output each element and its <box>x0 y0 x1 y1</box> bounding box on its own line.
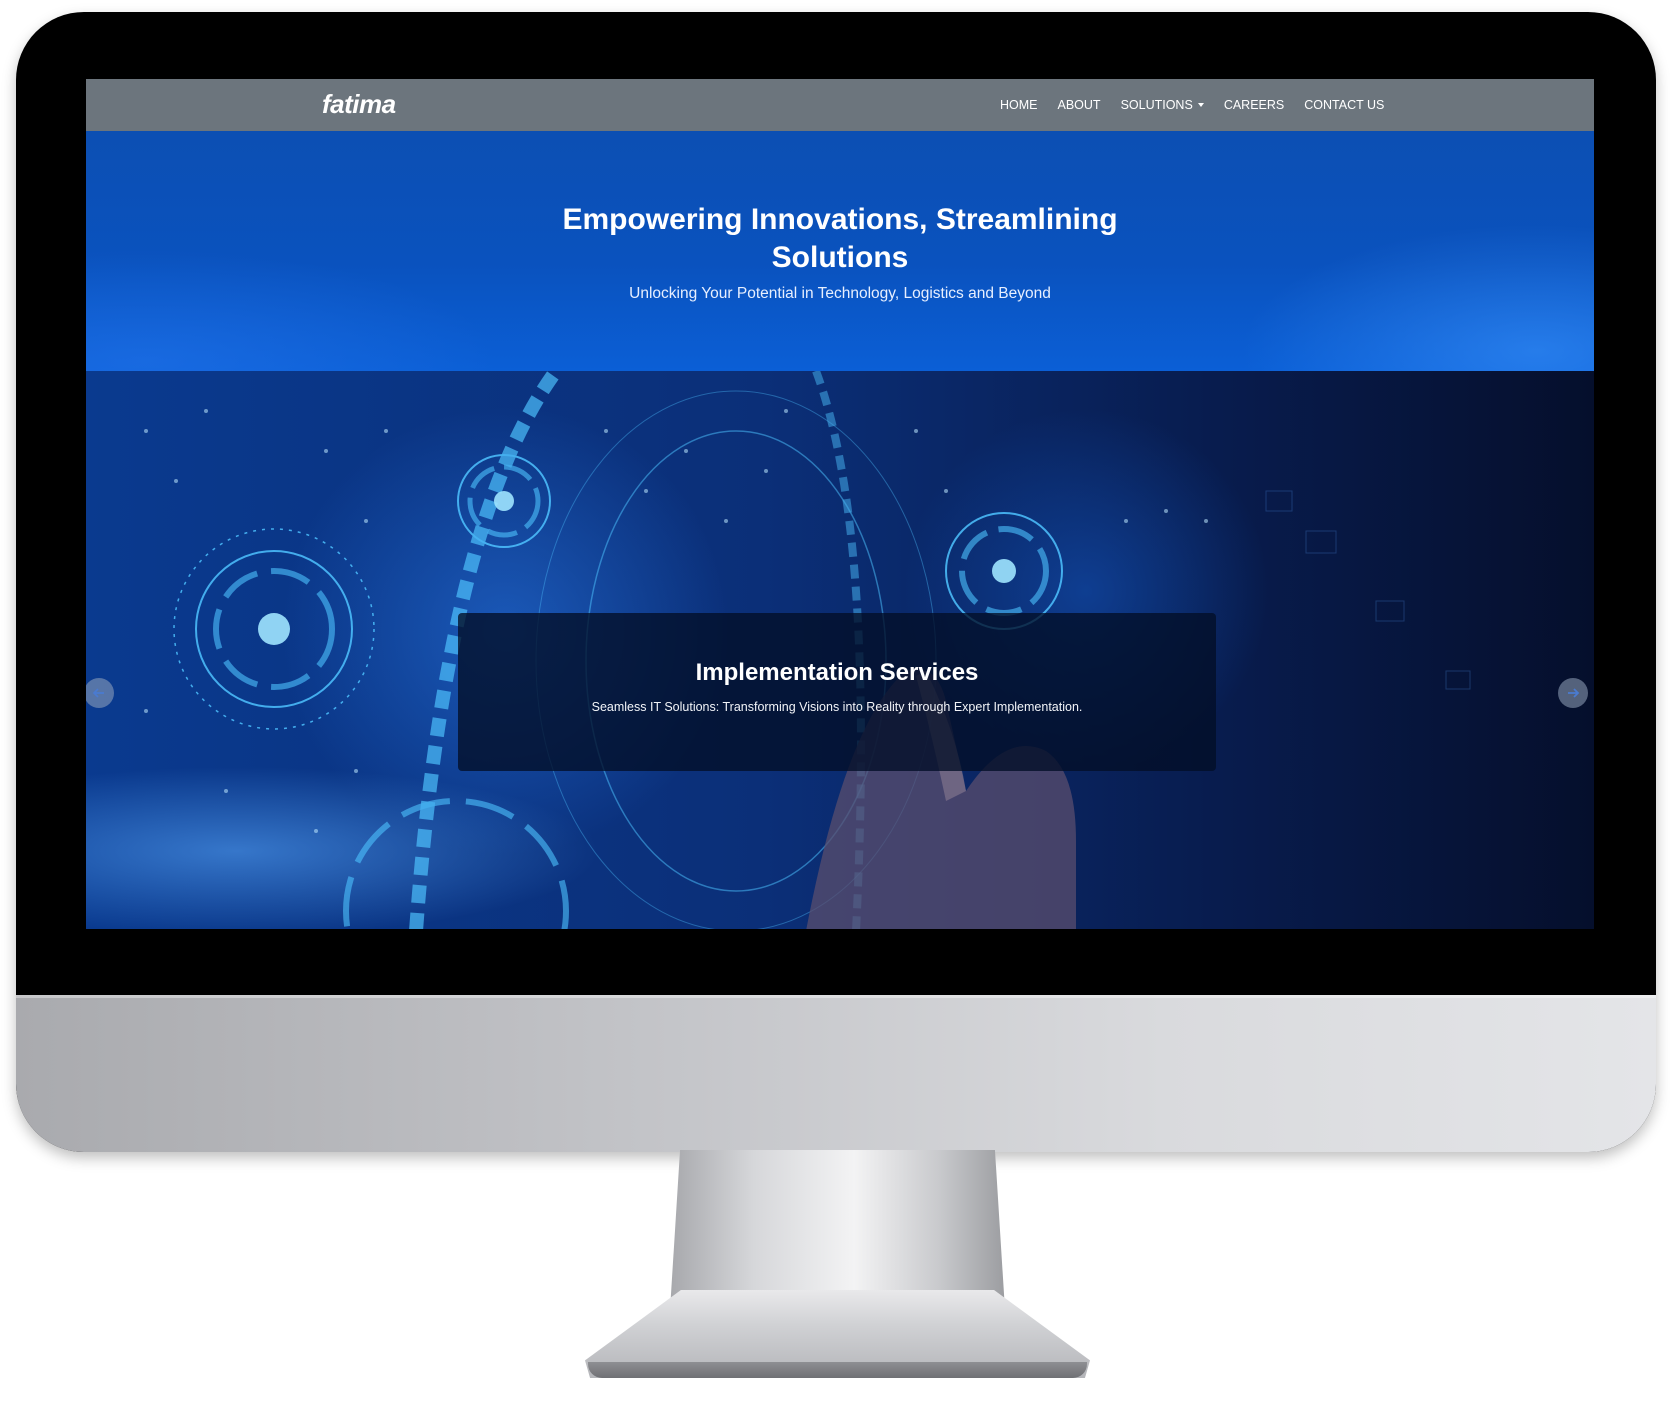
caption-title: Implementation Services <box>695 659 979 686</box>
nav-link-home[interactable]: HOME <box>990 79 1048 131</box>
carousel-caption: Implementation Services Seamless IT Solu… <box>458 613 1216 771</box>
nav-links: HOME ABOUT SOLUTIONS CAREERS CONTACT US <box>990 79 1394 131</box>
monitor-stand-base-edge <box>588 1362 1087 1378</box>
carousel-next-button[interactable] <box>1558 678 1588 708</box>
nav-link-solutions[interactable]: SOLUTIONS <box>1111 79 1214 131</box>
nav-link-careers[interactable]: CAREERS <box>1214 79 1294 131</box>
navbar: fatima HOME ABOUT SOLUTIONS CAREERS CONT… <box>86 79 1594 131</box>
nav-link-solutions-label: SOLUTIONS <box>1120 98 1193 112</box>
monitor-chin <box>16 995 1656 1152</box>
website-screen: fatima HOME ABOUT SOLUTIONS CAREERS CONT… <box>86 79 1594 929</box>
chevron-left-icon <box>92 688 104 698</box>
hero-title-line-1: Empowering Innovations, Streamlining <box>562 203 1118 236</box>
caret-down-icon <box>1197 103 1204 107</box>
hero-banner: Empowering Innovations, Streamlining Sol… <box>86 131 1594 371</box>
brand-logo[interactable]: fatima <box>322 89 396 120</box>
hero-title-line-2: Solutions <box>771 241 909 274</box>
nav-link-about[interactable]: ABOUT <box>1048 79 1111 131</box>
monitor-stand-neck <box>670 1150 1005 1310</box>
hero-title: Empowering Innovations, Streamlining Sol… <box>86 201 1594 277</box>
nav-link-contact[interactable]: CONTACT US <box>1294 79 1394 131</box>
caption-text: Seamless IT Solutions: Transforming Visi… <box>591 700 1083 714</box>
carousel: Implementation Services Seamless IT Solu… <box>86 371 1594 929</box>
hero-subtitle: Unlocking Your Potential in Technology, … <box>629 285 1051 302</box>
chevron-right-icon <box>1568 688 1580 698</box>
